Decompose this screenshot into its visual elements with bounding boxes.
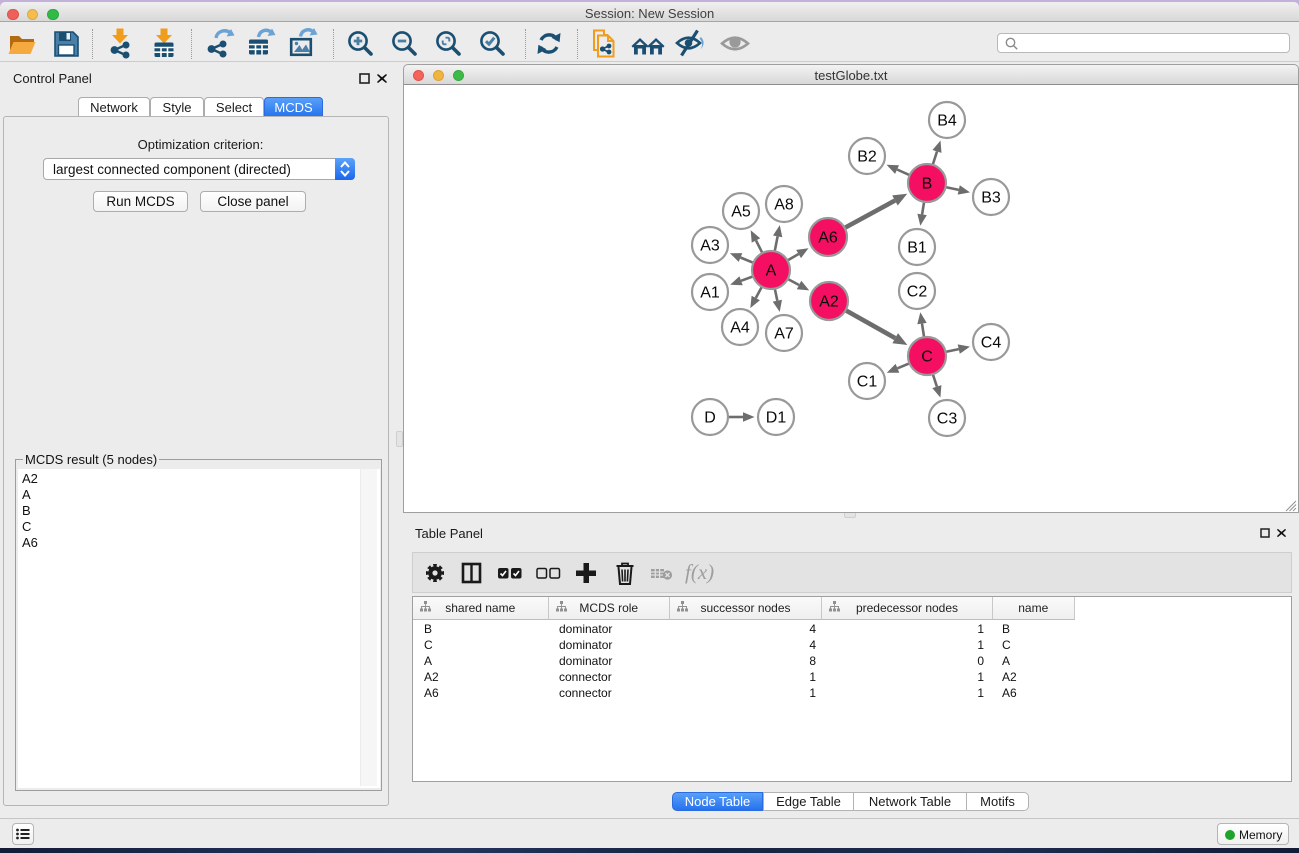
svg-text:A: A (766, 263, 777, 280)
svg-text:D1: D1 (766, 410, 787, 427)
svg-text:A4: A4 (730, 320, 750, 337)
svg-text:C3: C3 (937, 411, 958, 428)
svg-text:C1: C1 (857, 374, 878, 391)
svg-text:A7: A7 (774, 326, 794, 343)
svg-text:B1: B1 (907, 240, 927, 257)
svg-text:B2: B2 (857, 149, 877, 166)
svg-text:A6: A6 (818, 230, 838, 247)
svg-text:A3: A3 (700, 238, 720, 255)
svg-text:A1: A1 (700, 285, 720, 302)
svg-text:B: B (922, 176, 933, 193)
svg-text:C2: C2 (907, 284, 928, 301)
svg-text:A2: A2 (819, 294, 839, 311)
svg-text:B3: B3 (981, 190, 1001, 207)
svg-text:C: C (921, 349, 933, 366)
svg-text:A5: A5 (731, 204, 751, 221)
svg-text:C4: C4 (981, 335, 1002, 352)
svg-text:D: D (704, 410, 716, 427)
svg-text:B4: B4 (937, 113, 957, 130)
svg-text:A8: A8 (774, 197, 794, 214)
